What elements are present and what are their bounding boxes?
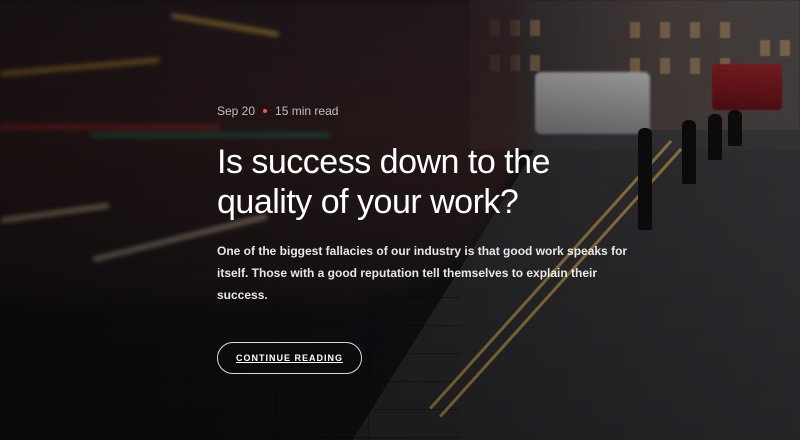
post-excerpt: One of the biggest fallacies of our indu…: [217, 244, 628, 302]
meta-separator-dot: [263, 109, 268, 113]
post-title: Is success down to the quality of your w…: [217, 143, 550, 221]
post-meta: Sep 20 15 min read: [217, 104, 647, 118]
hero-section: Sep 20 15 min read Is success down to th…: [0, 0, 800, 440]
post-date: Sep 20: [217, 104, 256, 118]
post-read-time: 15 min read: [275, 104, 339, 118]
continue-reading-button[interactable]: CONTINUE READING: [217, 342, 363, 374]
continue-reading-label: CONTINUE READING: [236, 353, 344, 363]
post-content: Sep 20 15 min read Is success down to th…: [217, 104, 647, 374]
